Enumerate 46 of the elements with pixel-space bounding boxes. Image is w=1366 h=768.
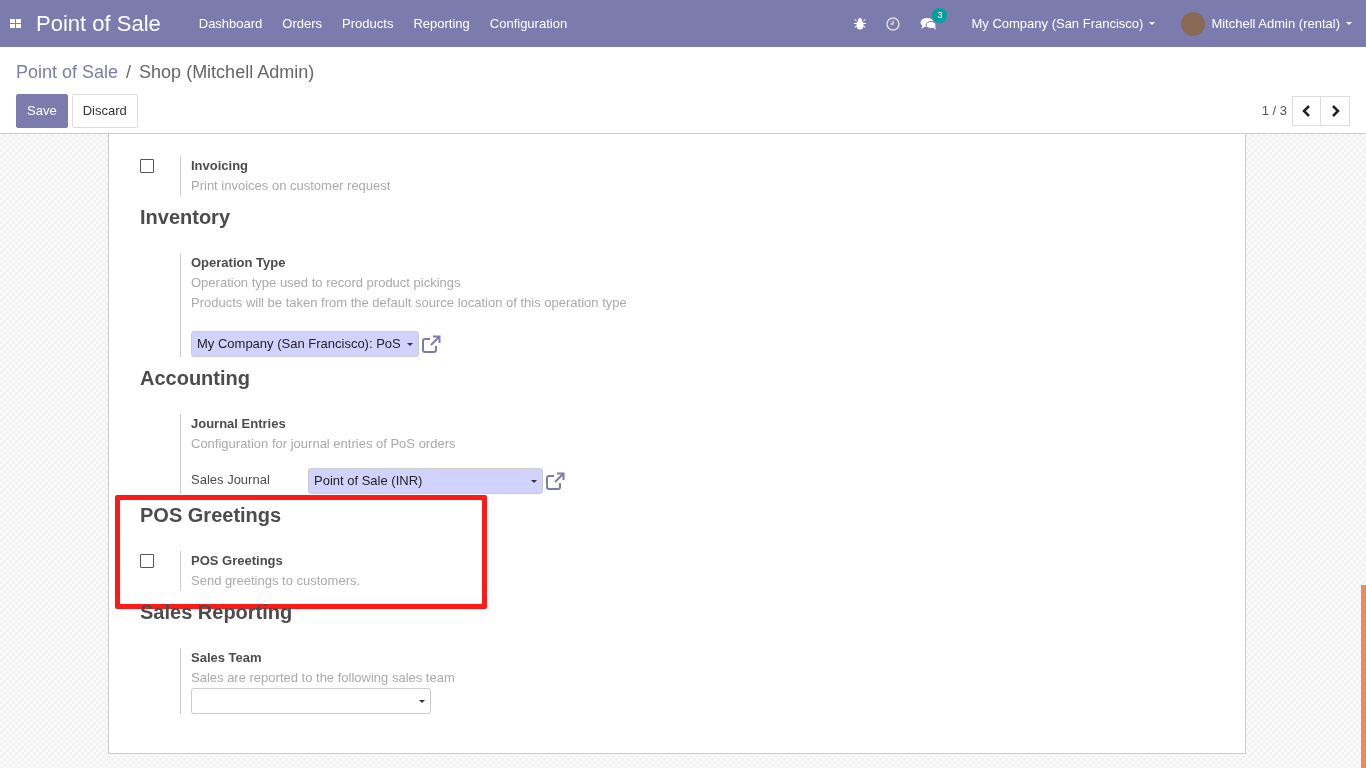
external-link-icon[interactable] [420, 334, 441, 354]
select-field[interactable] [191, 688, 431, 714]
setting-label: Operation Type [191, 254, 287, 272]
section-title: POS Greetings [140, 503, 283, 527]
save-button[interactable]: Save [16, 94, 68, 128]
breadcrumb-current: Shop (Mitchell Admin) [139, 61, 315, 84]
section-title: Inventory [140, 205, 232, 229]
previous-button[interactable] [1292, 95, 1321, 126]
field-label: Sales Journal [191, 471, 271, 489]
setting-description: Operation type used to record product pickings [191, 274, 462, 292]
chevron-right-icon [1330, 104, 1340, 117]
select-field[interactable]: My Company (San Francisco): PoS [191, 331, 419, 357]
next-button[interactable] [1321, 95, 1350, 126]
chat-bubbles-icon[interactable] [920, 17, 938, 32]
user-menu[interactable]: Mitchell Admin (rental) [1211, 13, 1352, 34]
setting-label: Sales Team [191, 649, 263, 667]
discard-button[interactable]: Discard [71, 94, 138, 128]
menu-item[interactable]: Reporting [403, 13, 480, 34]
pager-value: 1 / 3 [1261, 102, 1287, 120]
menu-item[interactable]: Orders [272, 13, 333, 34]
bug-icon[interactable] [854, 17, 867, 30]
breadcrumb-separator: / [126, 61, 132, 84]
select-field[interactable]: Point of Sale (INR) [308, 468, 543, 494]
checkbox[interactable] [140, 159, 154, 173]
company-switcher[interactable]: My Company (San Francisco) [971, 13, 1156, 34]
chevron-left-icon [1302, 104, 1311, 117]
setting-description: Configuration for journal entries of PoS orders [191, 435, 457, 453]
menu-item[interactable]: Dashboard [188, 13, 273, 34]
menu-item[interactable]: Products [332, 13, 404, 34]
checkbox[interactable] [140, 554, 154, 568]
setting-label: POS Greetings [191, 552, 284, 570]
scrollbar-thumb[interactable] [1361, 585, 1366, 768]
external-link-icon[interactable] [545, 471, 565, 491]
message-count-badge: 3 [932, 7, 948, 24]
setting-description: Send greetings to customers. [191, 572, 361, 590]
setting-label: Journal Entries [191, 415, 287, 433]
app-title: Point of Sale [36, 10, 161, 38]
menu-item[interactable]: Configuration [479, 13, 578, 34]
breadcrumb-link[interactable]: Point of Sale [16, 59, 119, 86]
section-title: Accounting [140, 366, 251, 390]
setting-description: Products will be taken from the default source location of this operation type [191, 294, 627, 312]
apps-menu-icon[interactable] [10, 18, 22, 29]
setting-description: Print invoices on customer request [191, 177, 391, 195]
clock-icon[interactable] [886, 16, 901, 31]
setting-label: Invoicing [191, 157, 250, 175]
setting-description: Sales are reported to the following sales team [191, 669, 455, 687]
